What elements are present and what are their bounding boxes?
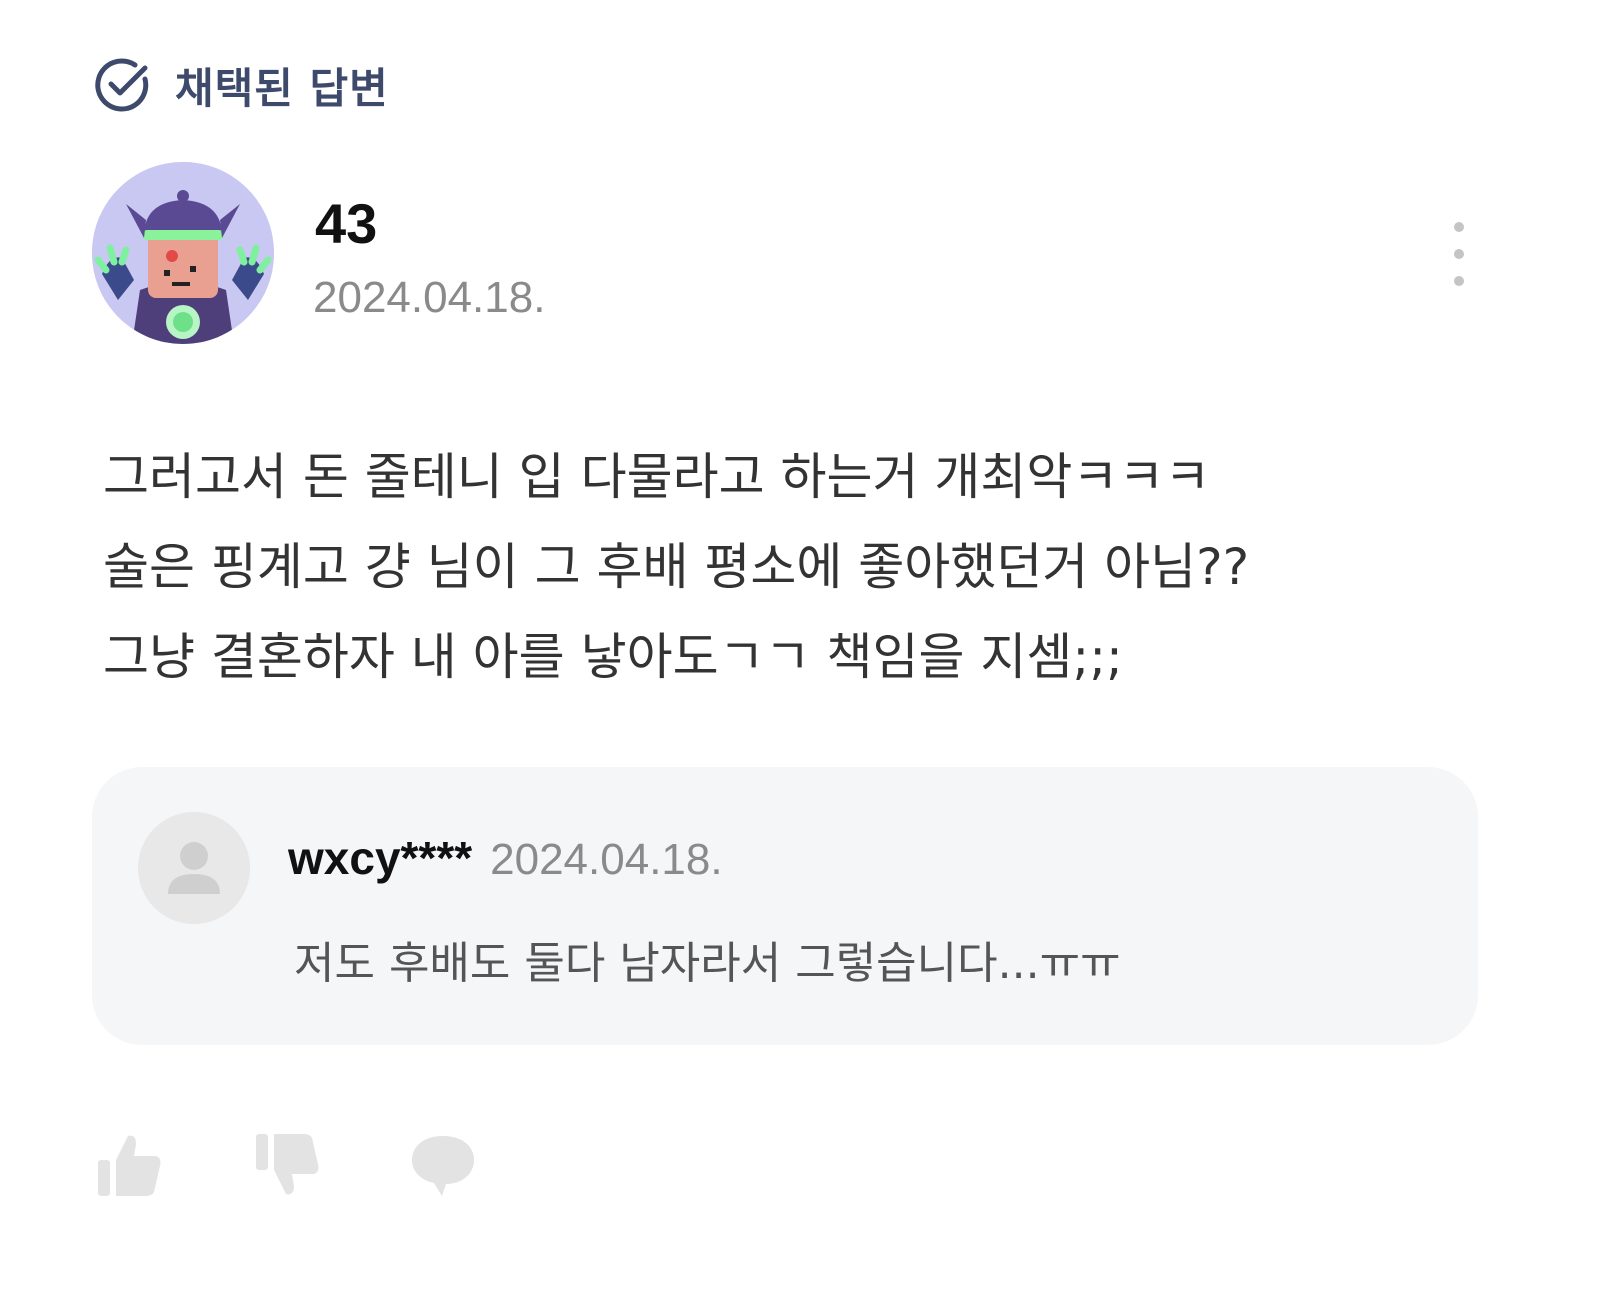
adopted-answer-label: 채택된 답변 bbox=[175, 63, 389, 113]
dislike-button[interactable] bbox=[252, 1130, 322, 1200]
more-vertical-icon-dot bbox=[1454, 249, 1464, 259]
comment-header: wxcy**** 2024.04.18. bbox=[288, 831, 723, 885]
more-vertical-icon-dot bbox=[1454, 276, 1464, 286]
answer-line: 그냥 결혼하자 내 아를 낳아도ㄱㄱ 책임을 지셈;;; bbox=[103, 628, 1123, 686]
author-name[interactable]: 43 bbox=[315, 196, 377, 252]
comment-avatar[interactable] bbox=[138, 812, 250, 924]
comment-username[interactable]: wxcy**** bbox=[288, 831, 472, 885]
comment-date: 2024.04.18. bbox=[490, 835, 723, 884]
robot-character-avatar-icon bbox=[92, 162, 274, 344]
comment-button[interactable] bbox=[408, 1130, 478, 1200]
more-vertical-icon bbox=[1454, 222, 1464, 232]
adopted-answer-header: 채택된 답변 bbox=[93, 55, 389, 115]
author-avatar[interactable] bbox=[92, 162, 274, 344]
answer-line: 그러고서 돈 줄테니 입 다물라고 하는거 개최악ㅋㅋㅋ bbox=[103, 448, 1211, 506]
action-bar bbox=[96, 1130, 564, 1200]
thumbs-up-icon bbox=[98, 1135, 161, 1196]
answer-body: 그러고서 돈 줄테니 입 다물라고 하는거 개최악ㅋㅋㅋ 술은 핑계고 걍 님이… bbox=[103, 432, 1543, 702]
default-user-icon bbox=[138, 812, 250, 924]
answer-line: 술은 핑계고 걍 님이 그 후배 평소에 좋아했던거 아님?? bbox=[103, 538, 1250, 596]
thumbs-down-icon bbox=[256, 1134, 319, 1195]
comment-card: wxcy**** 2024.04.18. 저도 후배도 둘다 남자라서 그렇습니… bbox=[92, 767, 1478, 1045]
like-button[interactable] bbox=[96, 1130, 166, 1200]
more-options-button[interactable] bbox=[1440, 222, 1478, 286]
comment-text: 저도 후배도 둘다 남자라서 그렇습니다...ㅠㅠ bbox=[294, 938, 1121, 989]
answer-date: 2024.04.18. bbox=[313, 273, 546, 322]
check-circle-icon bbox=[95, 58, 149, 112]
speech-bubble-icon bbox=[412, 1136, 474, 1196]
